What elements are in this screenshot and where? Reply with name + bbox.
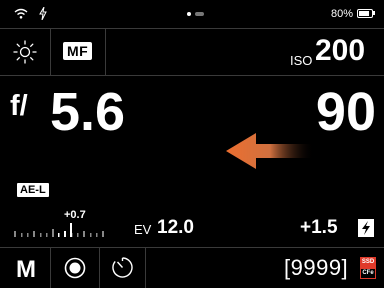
page-indicator-inactive	[195, 12, 204, 16]
iso-setting[interactable]: ISO 200	[290, 30, 380, 74]
battery-icon	[357, 9, 373, 18]
card-bottom-label: CFe	[360, 268, 376, 279]
record-button[interactable]	[51, 248, 99, 288]
page-indicator-active	[187, 12, 191, 16]
aperture-value: 5.6	[50, 82, 126, 142]
status-bar: 80%	[0, 0, 384, 28]
exposure-mode-button[interactable]: M	[0, 248, 50, 288]
flash-compensation-value: +1.5	[300, 217, 338, 238]
exposure-mode: M	[16, 256, 36, 283]
ev-value: 12.0	[157, 217, 194, 238]
card-top-label: SSD	[360, 257, 376, 268]
flash-compensation[interactable]: +1.5	[298, 216, 380, 240]
sun-icon	[13, 40, 37, 64]
record-icon	[64, 257, 86, 279]
battery-percent: 80%	[331, 8, 354, 20]
aperture-prefix: f/	[10, 90, 28, 122]
battery-tip	[373, 11, 375, 15]
focus-mode-badge: MF	[63, 42, 93, 60]
lightning-icon	[39, 7, 47, 20]
exposure-scale	[14, 223, 104, 237]
iso-value: 200	[315, 34, 366, 67]
battery-fill	[359, 11, 369, 16]
focus-mode-button[interactable]: MF	[51, 29, 105, 75]
ev-offset-label: +0.7	[64, 209, 86, 221]
iso-label: ISO	[290, 53, 313, 68]
card-icon: SSD CFe	[360, 257, 376, 279]
aperture-setting[interactable]: f/ 5.6	[10, 84, 160, 144]
divider-bottom-3	[145, 248, 146, 288]
shutter-speed-value: 90	[315, 82, 376, 142]
ae-lock-badge[interactable]: AE-L	[17, 183, 49, 197]
ev-label: EV	[134, 222, 152, 237]
left-arrow-icon	[226, 133, 314, 169]
timer-icon	[112, 257, 133, 278]
divider-upper	[0, 75, 384, 76]
white-balance-button[interactable]	[0, 29, 50, 75]
flash-icon	[358, 219, 374, 237]
wifi-icon	[14, 8, 28, 19]
divider-top-mid	[105, 29, 106, 75]
self-timer-button[interactable]	[100, 248, 145, 288]
shots-remaining: [9999]	[284, 255, 349, 280]
storage-status: [9999] SSD CFe	[284, 254, 380, 284]
